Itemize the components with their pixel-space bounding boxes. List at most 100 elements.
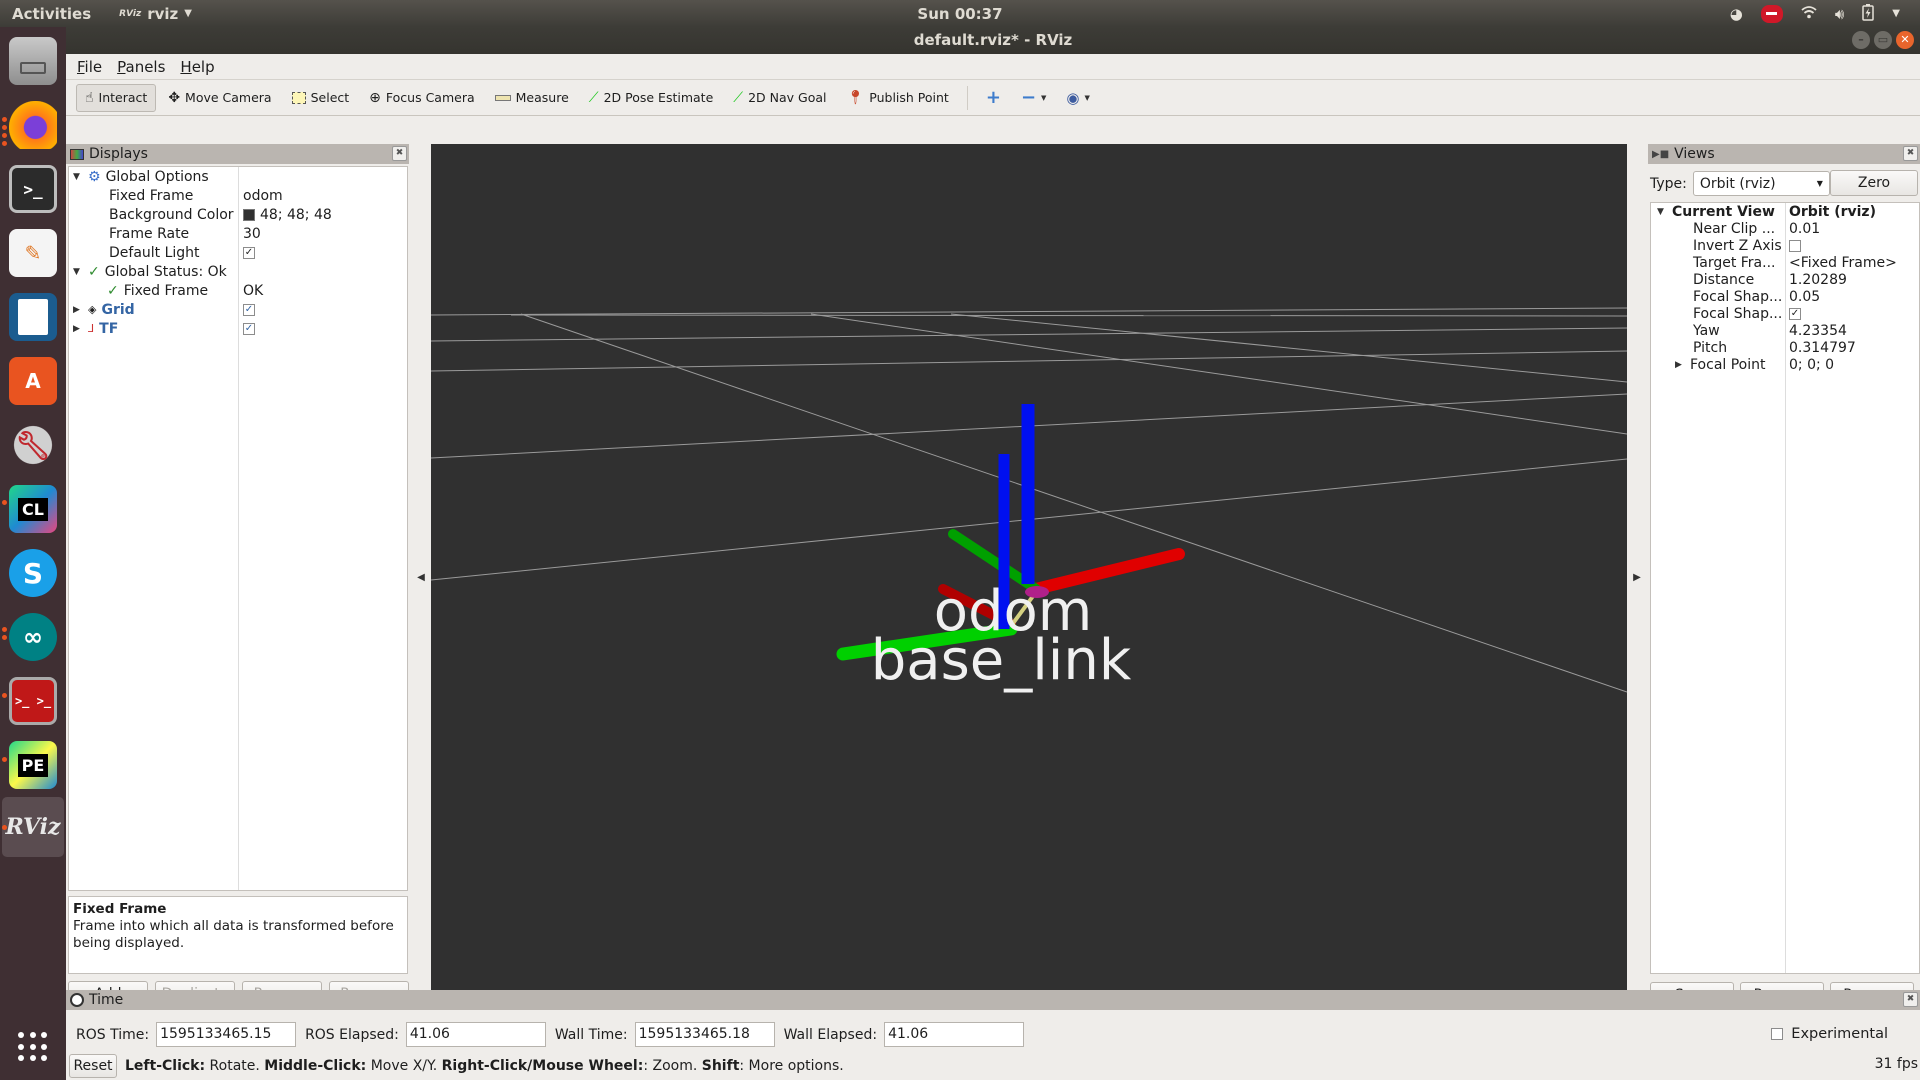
- tree-row-current-view[interactable]: ▼ Current View Orbit (rviz): [1651, 203, 1919, 220]
- tree-row-global-status[interactable]: ▼ ✓ Global Status: Ok: [69, 262, 407, 281]
- minimize-button[interactable]: –: [1852, 31, 1870, 49]
- tool-select[interactable]: Select: [284, 85, 358, 110]
- collapse-right-panel-handle[interactable]: ▶: [1627, 144, 1647, 1010]
- background-color-value[interactable]: 48; 48; 48: [260, 207, 332, 223]
- tree-row-target-frame[interactable]: Target Fra... <Fixed Frame>: [1651, 254, 1919, 271]
- tree-row-default-light[interactable]: Default Light ✓: [69, 243, 407, 262]
- menu-file[interactable]: File: [77, 58, 102, 76]
- tool-interact[interactable]: ☝ Interact: [76, 83, 157, 112]
- tool-focus-camera[interactable]: ⊕ Focus Camera: [361, 85, 482, 111]
- app-menu[interactable]: RViz rviz ▼: [119, 5, 192, 23]
- system-tray[interactable]: ◕ 🔊︎ ▼: [1730, 3, 1900, 25]
- view-type-dropdown[interactable]: Orbit (rviz) ▼: [1692, 171, 1830, 196]
- close-panel-icon[interactable]: ✖: [392, 146, 407, 161]
- expand-arrow-icon[interactable]: ▼: [1657, 207, 1667, 217]
- wifi-icon[interactable]: [1801, 5, 1817, 23]
- tree-row-grid[interactable]: ▶ ◈ Grid ✓: [69, 300, 407, 319]
- expand-arrow-icon[interactable]: ▼: [73, 172, 83, 182]
- tf-enabled-checkbox[interactable]: ✓: [243, 322, 255, 335]
- wall-time-field[interactable]: 1595133465.18: [634, 1022, 775, 1047]
- dock-item-terminal[interactable]: >_: [9, 165, 57, 213]
- title-bar[interactable]: default.rviz* - RViz – ▭ ✕: [66, 27, 1920, 54]
- close-button[interactable]: ✕: [1896, 31, 1914, 49]
- remove-tool-icon[interactable]: − ▼: [1013, 82, 1054, 113]
- tool-2d-pose-estimate[interactable]: ⟋ 2D Pose Estimate: [581, 85, 722, 111]
- battery-icon[interactable]: [1862, 3, 1875, 25]
- dock-item-pycharm[interactable]: PE: [9, 741, 57, 789]
- experimental-toggle[interactable]: Experimental: [1771, 1026, 1888, 1042]
- dock-item-clion[interactable]: CL: [9, 485, 57, 533]
- system-menu-chevron-icon[interactable]: ▼: [1892, 8, 1900, 19]
- tree-row-tf[interactable]: ▶ ⅃ TF ✓: [69, 319, 407, 338]
- tree-row-global-options[interactable]: ▼ ⚙ Global Options: [69, 167, 407, 186]
- default-light-checkbox[interactable]: ✓: [243, 246, 255, 259]
- description-title: Fixed Frame: [73, 901, 167, 917]
- collapse-left-panel-handle[interactable]: ◀: [411, 144, 431, 1010]
- fps-readout: 31 fps: [1874, 1056, 1918, 1072]
- tool-move-camera[interactable]: ✥ Move Camera: [160, 85, 279, 111]
- dock-item-text-editor[interactable]: ✎: [9, 229, 57, 277]
- volume-icon[interactable]: 🔊︎: [1835, 5, 1844, 23]
- expand-arrow-icon[interactable]: ▶: [1675, 360, 1685, 370]
- expand-arrow-icon[interactable]: ▶: [73, 324, 83, 334]
- dock-item-skype[interactable]: S: [9, 549, 57, 597]
- show-applications-icon[interactable]: [18, 1032, 48, 1062]
- view-menu-icon[interactable]: ◉ ▼: [1058, 84, 1097, 112]
- close-panel-icon[interactable]: ✖: [1903, 146, 1918, 161]
- focal-point-value[interactable]: 0; 0; 0: [1789, 357, 1834, 373]
- distance-value[interactable]: 1.20289: [1789, 272, 1847, 288]
- tree-row-frame-rate[interactable]: Frame Rate 30: [69, 224, 407, 243]
- expand-arrow-icon[interactable]: ▼: [73, 267, 83, 277]
- zero-button[interactable]: Zero: [1830, 170, 1918, 196]
- tree-row-pitch[interactable]: Pitch 0.314797: [1651, 339, 1919, 356]
- frame-rate-value[interactable]: 30: [243, 226, 261, 242]
- tree-row-status-fixed-frame[interactable]: ✓ Fixed Frame OK: [69, 281, 407, 300]
- focal-shape-fixed-checkbox[interactable]: ✓: [1789, 307, 1801, 320]
- tool-publish-point[interactable]: 📍︎ Publish Point: [838, 85, 956, 111]
- dock-item-firefox[interactable]: [9, 101, 57, 149]
- target-frame-value[interactable]: <Fixed Frame>: [1789, 255, 1897, 271]
- experimental-checkbox[interactable]: [1771, 1028, 1784, 1040]
- tree-row-near-clip[interactable]: Near Clip ... 0.01: [1651, 220, 1919, 237]
- yaw-value[interactable]: 4.23354: [1789, 323, 1847, 339]
- expand-arrow-icon[interactable]: ▶: [73, 305, 83, 315]
- fixed-frame-value[interactable]: odom: [243, 188, 283, 204]
- tree-row-focal-shape-size[interactable]: Focal Shap... 0.05: [1651, 288, 1919, 305]
- color-swatch[interactable]: [243, 208, 255, 221]
- tree-row-background-color[interactable]: Background Color 48; 48; 48: [69, 205, 407, 224]
- grid-enabled-checkbox[interactable]: ✓: [243, 303, 255, 316]
- wall-elapsed-field[interactable]: 41.06: [884, 1022, 1025, 1047]
- dock-item-rviz[interactable]: RViz: [5, 803, 60, 851]
- tool-2d-nav-goal[interactable]: ⟋ 2D Nav Goal: [725, 85, 834, 111]
- menu-help[interactable]: Help: [180, 58, 214, 76]
- tree-row-fixed-frame[interactable]: Fixed Frame odom: [69, 186, 407, 205]
- tree-row-yaw[interactable]: Yaw 4.23354: [1651, 322, 1919, 339]
- dock-item-libreoffice-writer[interactable]: [9, 293, 57, 341]
- dock-item-settings[interactable]: 🔧︎: [9, 421, 57, 469]
- tree-row-focal-shape-fixed[interactable]: Focal Shap... ✓: [1651, 305, 1919, 322]
- dock-item-files[interactable]: [9, 37, 57, 85]
- ros-elapsed-field[interactable]: 41.06: [405, 1022, 546, 1047]
- do-not-disturb-icon[interactable]: [1760, 4, 1783, 23]
- tool-measure[interactable]: Measure: [487, 85, 577, 110]
- tree-row-focal-point[interactable]: ▶ Focal Point 0; 0; 0: [1651, 356, 1919, 373]
- update-icon[interactable]: ◕: [1730, 5, 1743, 23]
- dock-item-arduino[interactable]: ∞: [9, 613, 57, 661]
- reset-button[interactable]: Reset: [69, 1054, 117, 1078]
- dock-item-terminator[interactable]: >_ >_: [9, 677, 57, 725]
- tree-row-distance[interactable]: Distance 1.20289: [1651, 271, 1919, 288]
- add-tool-icon[interactable]: +: [978, 82, 1009, 113]
- menu-panels[interactable]: Panels: [117, 58, 165, 76]
- pitch-value[interactable]: 0.314797: [1789, 340, 1856, 356]
- render-viewport[interactable]: odom base_link: [431, 144, 1627, 1010]
- near-clip-value[interactable]: 0.01: [1789, 221, 1820, 237]
- close-panel-icon[interactable]: ✖: [1903, 992, 1918, 1007]
- invert-z-axis-checkbox[interactable]: [1789, 239, 1801, 252]
- ros-time-field[interactable]: 1595133465.15: [156, 1022, 297, 1047]
- clock[interactable]: Sun 00:37: [917, 5, 1002, 23]
- maximize-button[interactable]: ▭: [1874, 31, 1892, 49]
- focal-shape-size-value[interactable]: 0.05: [1789, 289, 1820, 305]
- tree-row-invert-z-axis[interactable]: Invert Z Axis: [1651, 237, 1919, 254]
- dock-item-software[interactable]: A: [9, 357, 57, 405]
- activities-button[interactable]: Activities: [12, 5, 91, 23]
